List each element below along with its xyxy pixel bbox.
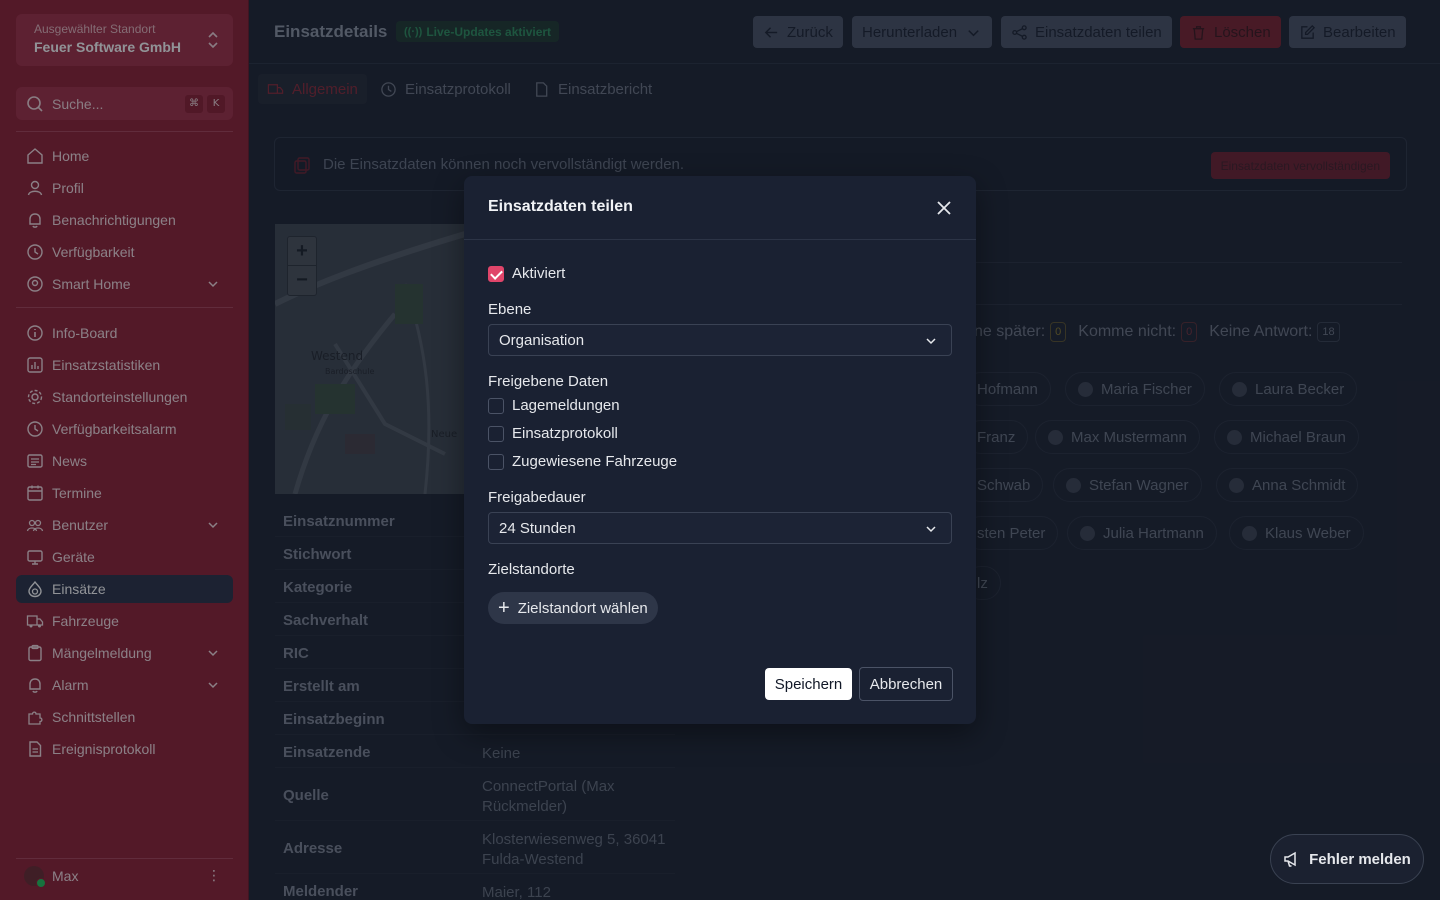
level-label: Ebene — [488, 301, 532, 318]
fahrzeuge-label: Zugewiesene Fahrzeuge — [512, 453, 678, 470]
save-button[interactable]: Speichern — [765, 668, 852, 700]
add-target-label: Zielstandort wählen — [517, 599, 648, 617]
add-target-button[interactable]: + Zielstandort wählen — [488, 592, 658, 624]
level-value: Organisation — [499, 331, 585, 349]
dialog-title: Einsatzdaten teilen — [488, 198, 633, 215]
lagemeldungen-checkbox[interactable] — [488, 398, 504, 414]
cancel-button[interactable]: Abbrechen — [859, 667, 953, 701]
duration-label: Freigabedauer — [488, 489, 586, 506]
duration-select[interactable]: 24 Stunden — [488, 512, 952, 544]
duration-value: 24 Stunden — [499, 519, 576, 537]
activated-checkbox[interactable] — [488, 266, 504, 282]
dialog-header: Einsatzdaten teilen — [464, 176, 976, 240]
report-bug-label: Fehler melden — [1309, 850, 1411, 868]
report-bug-button[interactable]: Fehler melden — [1270, 834, 1424, 884]
einsatzprotokoll-checkbox[interactable] — [488, 426, 504, 442]
shared-data-label: Freigebene Daten — [488, 373, 609, 390]
plus-icon: + — [498, 597, 510, 619]
share-dialog: Einsatzdaten teilen Aktiviert Ebene Orga… — [464, 176, 976, 724]
level-select[interactable]: Organisation — [488, 324, 952, 356]
activated-label: Aktiviert — [512, 265, 566, 282]
einsatzprotokoll-label: Einsatzprotokoll — [512, 425, 618, 442]
chevron-down-icon — [926, 338, 936, 345]
fahrzeuge-checkbox[interactable] — [488, 454, 504, 470]
targets-label: Zielstandorte — [488, 561, 575, 578]
megaphone-icon — [1284, 851, 1296, 867]
lagemeldungen-label: Lagemeldungen — [512, 397, 620, 414]
chevron-down-icon — [926, 526, 936, 533]
close-icon[interactable] — [936, 200, 952, 216]
